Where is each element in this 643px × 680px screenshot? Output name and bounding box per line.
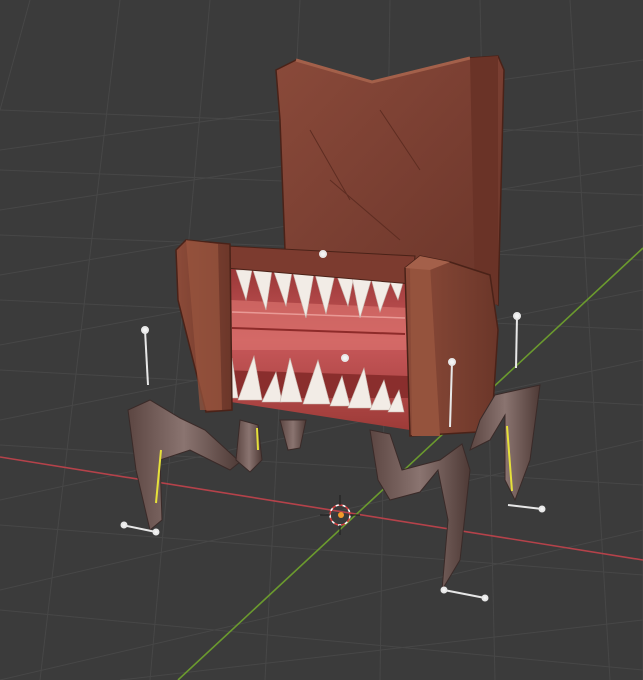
3d-viewport[interactable] [0, 0, 643, 680]
viewport-canvas[interactable] [0, 0, 643, 680]
